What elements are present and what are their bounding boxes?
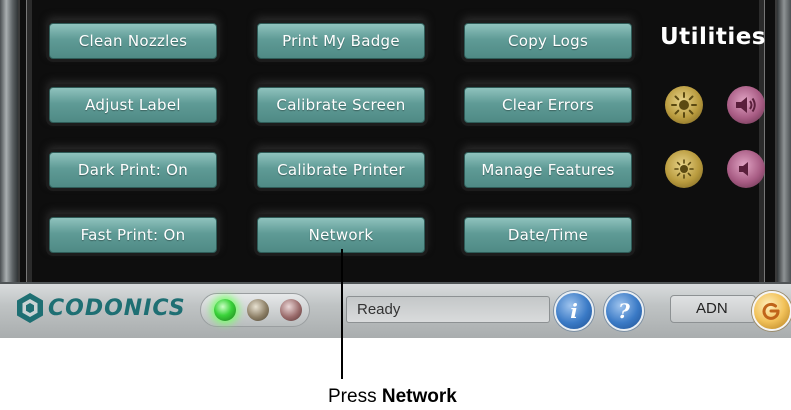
- sun-icon: [671, 92, 697, 118]
- clear-errors-button[interactable]: Clear Errors: [464, 87, 632, 123]
- red-status-led: [280, 299, 302, 321]
- help-button[interactable]: ?: [604, 291, 644, 331]
- callout-pointer: [341, 249, 343, 379]
- green-status-led: [214, 299, 236, 321]
- network-button[interactable]: Network: [257, 217, 425, 253]
- brightness-down-button[interactable]: [665, 150, 703, 188]
- copy-logs-button[interactable]: Copy Logs: [464, 23, 632, 59]
- brightness-up-button[interactable]: [665, 86, 703, 124]
- screen-edge: [26, 0, 32, 282]
- print-my-badge-button[interactable]: Print My Badge: [257, 23, 425, 59]
- calibrate-printer-button[interactable]: Calibrate Printer: [257, 152, 425, 188]
- codonics-logo: CODONICS: [16, 292, 186, 324]
- dark-print-button[interactable]: Dark Print: On: [49, 152, 217, 188]
- right-bezel: [777, 0, 791, 282]
- left-bezel: [0, 0, 18, 282]
- callout-emphasis: Network: [381, 386, 457, 407]
- speaker-loud-icon: [736, 97, 756, 113]
- clean-nozzles-button[interactable]: Clean Nozzles: [49, 23, 217, 59]
- logo-text: CODONICS: [48, 295, 186, 321]
- info-icon: i: [570, 299, 578, 323]
- adjust-label-button[interactable]: Adjust Label: [49, 87, 217, 123]
- manage-features-button[interactable]: Manage Features: [464, 152, 632, 188]
- fast-print-button[interactable]: Fast Print: On: [49, 217, 217, 253]
- amber-status-led: [247, 299, 269, 321]
- volume-up-button[interactable]: [727, 86, 765, 124]
- utilities-title: Utilities: [660, 24, 766, 50]
- status-lights: [200, 293, 310, 327]
- info-button[interactable]: i: [554, 291, 594, 331]
- logout-button[interactable]: [752, 291, 791, 331]
- callout-caption: Press Network: [328, 386, 457, 407]
- calibrate-screen-button[interactable]: Calibrate Screen: [257, 87, 425, 123]
- speaker-soft-icon: [739, 162, 748, 176]
- hexagon-logo-icon: [17, 293, 43, 323]
- user-badge[interactable]: ADN: [670, 295, 756, 323]
- date-time-button[interactable]: Date/Time: [464, 217, 632, 253]
- help-icon: ?: [618, 299, 630, 323]
- power-icon: [762, 302, 780, 320]
- sun-small-icon: [674, 159, 694, 179]
- status-message: Ready: [346, 296, 550, 323]
- volume-down-button[interactable]: [727, 150, 765, 188]
